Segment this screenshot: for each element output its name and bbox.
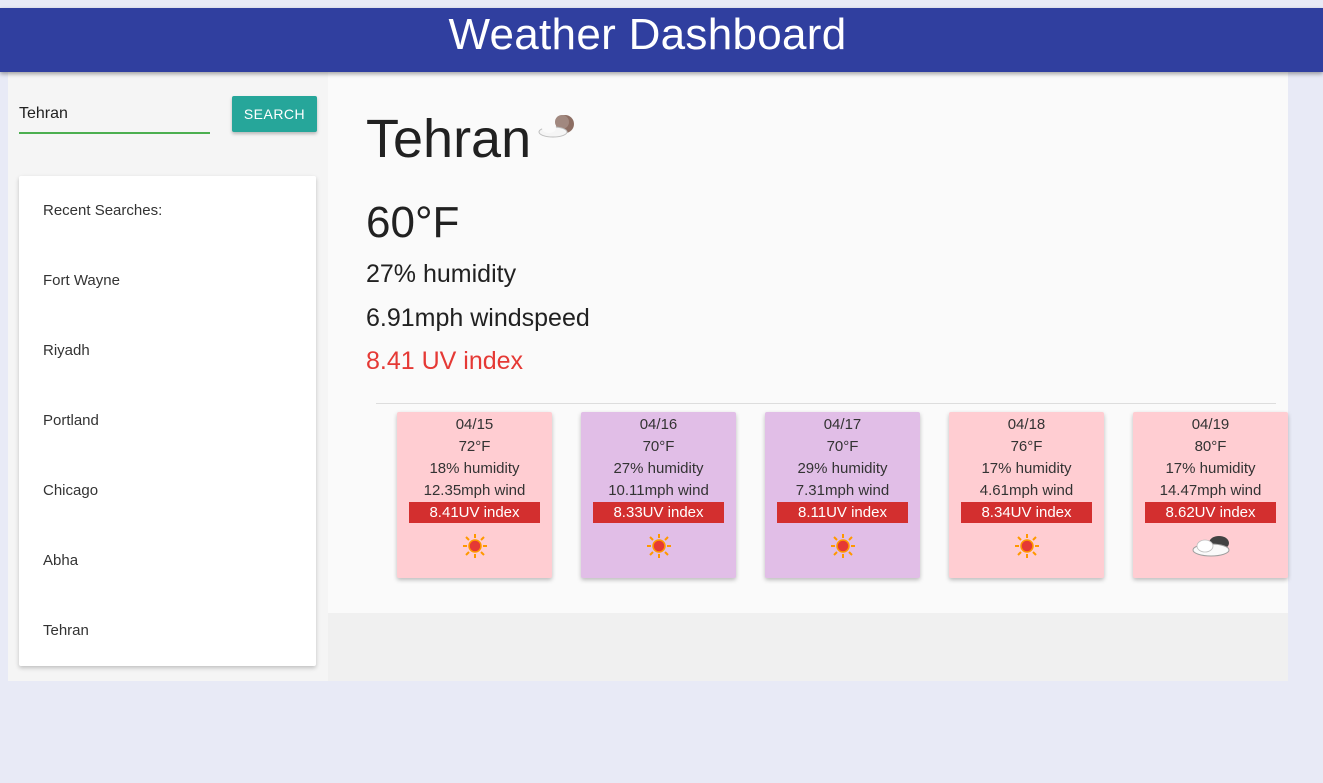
recent-search-item[interactable]: Portland	[43, 412, 99, 429]
forecast-card: 04/17 70°F 29% humidity 7.31mph wind 8.1…	[765, 412, 920, 578]
current-temperature: 60°F	[366, 198, 460, 247]
cloud-icon	[1192, 536, 1229, 557]
sun-icon	[462, 534, 487, 558]
forecast-wind: 4.61mph wind	[979, 482, 1074, 499]
forecast-wind: 12.35mph wind	[423, 482, 526, 499]
forecast-uv-badge: 8.62UV index	[1145, 502, 1276, 523]
sun-icon	[830, 534, 855, 558]
main-panel-footer	[328, 613, 1288, 681]
forecast-card: 04/19 80°F 17% humidity 14.47mph wind 8.…	[1133, 412, 1288, 578]
forecast-wind: 7.31mph wind	[795, 482, 890, 499]
forecast-humidity: 18% humidity	[429, 460, 520, 477]
forecast-uv-badge: 8.34UV index	[961, 502, 1092, 523]
forecast-temp: 70°F	[826, 438, 859, 455]
current-weather-panel: Tehran 60°F 27% humidity 6.91mph windspe…	[328, 72, 1288, 613]
forecast-temp: 72°F	[458, 438, 491, 455]
forecast-temp: 80°F	[1194, 438, 1227, 455]
search-input[interactable]	[19, 96, 210, 134]
page-title: Weather Dashboard	[448, 10, 847, 59]
current-humidity: 27% humidity	[366, 260, 517, 288]
forecast-humidity: 17% humidity	[1165, 460, 1256, 477]
forecast-date: 04/18	[1007, 416, 1046, 433]
forecast-temp: 76°F	[1010, 438, 1043, 455]
forecast-card: 04/15 72°F 18% humidity 12.35mph wind 8.…	[397, 412, 552, 578]
forecast-date: 04/16	[639, 416, 678, 433]
forecast-uv-badge: 8.11UV index	[777, 502, 908, 523]
sun-icon	[1014, 534, 1039, 558]
forecast-temp: 70°F	[642, 438, 675, 455]
current-windspeed: 6.91mph windspeed	[366, 304, 590, 332]
forecast-uv-badge: 8.33UV index	[593, 502, 724, 523]
current-city-name: Tehran	[366, 109, 532, 169]
forecast-humidity: 27% humidity	[613, 460, 704, 477]
forecast-date: 04/17	[823, 416, 862, 433]
forecast-card: 04/16 70°F 27% humidity 10.11mph wind 8.…	[581, 412, 736, 578]
forecast-card: 04/18 76°F 17% humidity 4.61mph wind 8.3…	[949, 412, 1104, 578]
forecast-humidity: 29% humidity	[797, 460, 888, 477]
app-header: Weather Dashboard	[0, 8, 1323, 72]
cloud-moon-icon	[538, 115, 575, 138]
recent-search-item[interactable]: Chicago	[43, 482, 98, 499]
recent-searches-title: Recent Searches:	[43, 202, 163, 219]
forecast-humidity: 17% humidity	[981, 460, 1072, 477]
recent-search-item[interactable]: Riyadh	[43, 342, 90, 359]
recent-search-item[interactable]: Abha	[43, 552, 78, 569]
current-city: Tehran	[366, 108, 579, 170]
sun-icon	[646, 534, 671, 558]
current-uv-index: 8.41 UV index	[366, 347, 524, 375]
forecast-wind: 10.11mph wind	[608, 482, 709, 499]
forecast-wind: 14.47mph wind	[1159, 482, 1262, 499]
sidebar: SEARCH Recent Searches: Fort Wayne Riyad…	[8, 72, 328, 681]
recent-search-item[interactable]: Tehran	[43, 622, 89, 639]
top-strip	[0, 0, 1323, 8]
forecast-date: 04/19	[1191, 416, 1230, 433]
search-button[interactable]: SEARCH	[232, 96, 317, 132]
forecast-uv-badge: 8.41UV index	[409, 502, 540, 523]
divider	[376, 403, 1276, 404]
forecast-date: 04/15	[455, 416, 494, 433]
recent-searches-card: Recent Searches: Fort Wayne Riyadh Portl…	[19, 176, 316, 666]
recent-search-item[interactable]: Fort Wayne	[43, 272, 120, 289]
